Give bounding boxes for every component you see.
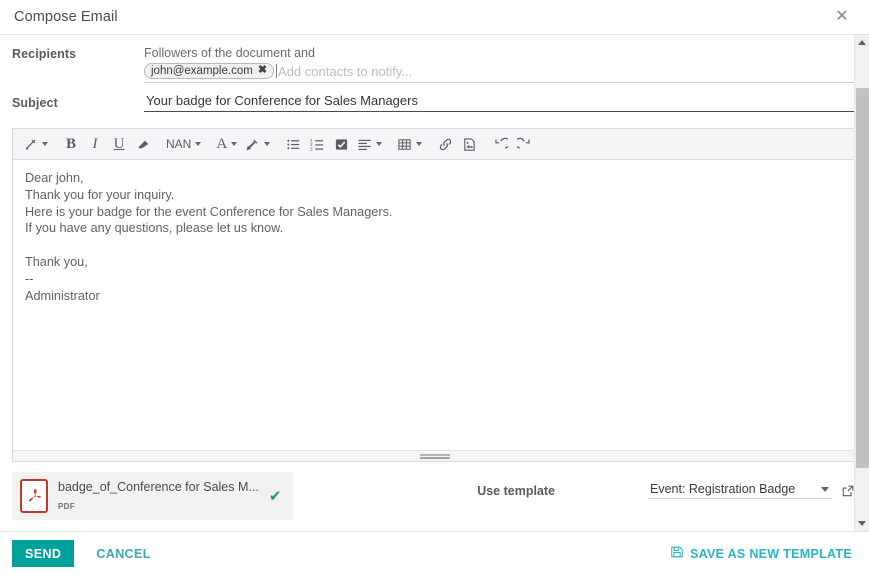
ordered-list-icon[interactable]: 1 2 3 [305, 132, 329, 157]
floppy-disk-icon [670, 545, 684, 562]
resize-grip-icon [419, 453, 450, 459]
scroll-down-button[interactable] [855, 516, 869, 531]
unordered-list-icon[interactable] [281, 132, 305, 157]
highlight-color-icon[interactable] [241, 132, 274, 157]
body-line: Administrator [25, 288, 100, 303]
compose-email-dialog: Compose Email ✕ Recipients Followers of … [0, 0, 869, 575]
align-icon[interactable] [353, 132, 386, 157]
undo-icon[interactable] [488, 132, 512, 157]
template-select-wrapper[interactable]: Event: Registration Badge [649, 482, 831, 499]
pdf-file-icon [20, 479, 48, 513]
recipient-chip-label: john@example.com [151, 64, 253, 77]
body-line: -- [25, 271, 34, 286]
subject-label: Subject [12, 96, 58, 110]
chevron-down-icon [264, 142, 271, 146]
editor-toolbar: B I U NAN A 1 2 3 [13, 129, 856, 160]
recipients-control: Followers of the document and john@examp… [144, 43, 855, 83]
subject-row: Subject [0, 92, 869, 112]
recipients-input-line[interactable]: john@example.com ✖ [144, 62, 855, 83]
dialog-body-wrapper: Recipients Followers of the document and… [0, 35, 869, 531]
rich-text-editor: B I U NAN A 1 2 3 Dear john, Thank you f… [12, 128, 857, 462]
chevron-down-icon [416, 142, 423, 146]
svg-text:3: 3 [310, 146, 313, 151]
attachment-item[interactable]: badge_of_Conference for Sales M... PDF ✔ [12, 472, 294, 520]
link-icon[interactable] [433, 132, 457, 157]
chevron-down-icon [42, 142, 48, 146]
body-line: If you have any questions, please let us… [25, 221, 284, 236]
external-link-icon[interactable] [841, 484, 855, 498]
redo-icon[interactable] [512, 132, 536, 157]
recipients-label: Recipients [12, 47, 77, 61]
font-size-label: NAN [166, 137, 192, 151]
chevron-down-icon [231, 142, 238, 146]
italic-button[interactable]: I [83, 132, 107, 157]
use-template-label: Use template [477, 483, 555, 498]
subject-control [144, 92, 855, 112]
body-line: Thank you, [25, 254, 88, 269]
body-line-blank [25, 237, 844, 254]
attachment-meta: badge_of_Conference for Sales M... PDF [58, 478, 259, 514]
dialog-body: Recipients Followers of the document and… [0, 35, 869, 531]
checklist-icon[interactable] [329, 132, 353, 157]
dialog-title: Compose Email [14, 9, 118, 25]
save-as-new-template-button[interactable]: SAVE AS NEW TEMPLATE [670, 545, 852, 562]
font-color-button[interactable]: A [212, 132, 241, 157]
scrollbar-track[interactable] [855, 50, 869, 516]
attachment-template-row: badge_of_Conference for Sales M... PDF ✔… [0, 462, 869, 520]
chevron-down-icon [195, 142, 202, 146]
bold-button[interactable]: B [59, 132, 83, 157]
vertical-scrollbar[interactable] [854, 35, 869, 531]
font-color-label: A [216, 135, 228, 152]
image-icon[interactable] [457, 132, 481, 157]
chevron-up-icon [858, 40, 866, 45]
recipient-chip[interactable]: john@example.com ✖ [144, 63, 275, 79]
send-button[interactable]: SEND [12, 540, 75, 567]
recipients-input[interactable] [278, 63, 855, 79]
save-as-new-template-label: SAVE AS NEW TEMPLATE [689, 546, 852, 561]
body-line: Thank you for your inquiry. [25, 187, 175, 202]
clear-formatting-icon[interactable] [131, 132, 155, 157]
template-select[interactable]: Event: Registration Badge [649, 482, 831, 496]
scrollbar-thumb[interactable] [856, 88, 869, 468]
scroll-up-button[interactable] [855, 35, 869, 50]
chevron-down-icon [376, 142, 383, 146]
template-column: Use template Event: Registration Badge [305, 472, 855, 499]
body-line: Here is your badge for the event Confere… [25, 204, 393, 219]
chip-remove-icon[interactable]: ✖ [258, 65, 267, 76]
editor-resize-handle[interactable] [13, 450, 856, 461]
recipients-row: Recipients Followers of the document and… [0, 43, 869, 83]
chevron-down-icon [858, 521, 866, 526]
attachment-uploaded-check-icon: ✔ [268, 488, 282, 505]
attachment-type: PDF [58, 502, 75, 511]
email-body-editor[interactable]: Dear john, Thank you for your inquiry. H… [13, 160, 856, 450]
underline-button[interactable]: U [107, 132, 131, 157]
attachment-name: badge_of_Conference for Sales M... [58, 480, 259, 494]
style-picker-icon[interactable] [19, 132, 52, 157]
dialog-footer: SEND CANCEL SAVE AS NEW TEMPLATE [0, 531, 869, 575]
close-icon[interactable]: ✕ [831, 6, 853, 28]
attachments-column: badge_of_Conference for Sales M... PDF ✔ [12, 472, 294, 520]
cancel-button[interactable]: CANCEL [90, 546, 156, 562]
table-icon[interactable] [393, 132, 426, 157]
font-size-button[interactable]: NAN [162, 132, 205, 157]
dialog-header: Compose Email ✕ [0, 0, 869, 35]
text-cursor [276, 64, 278, 78]
subject-input[interactable] [144, 93, 855, 112]
body-line: Dear john, [25, 171, 84, 185]
followers-note: Followers of the document and [144, 46, 315, 60]
